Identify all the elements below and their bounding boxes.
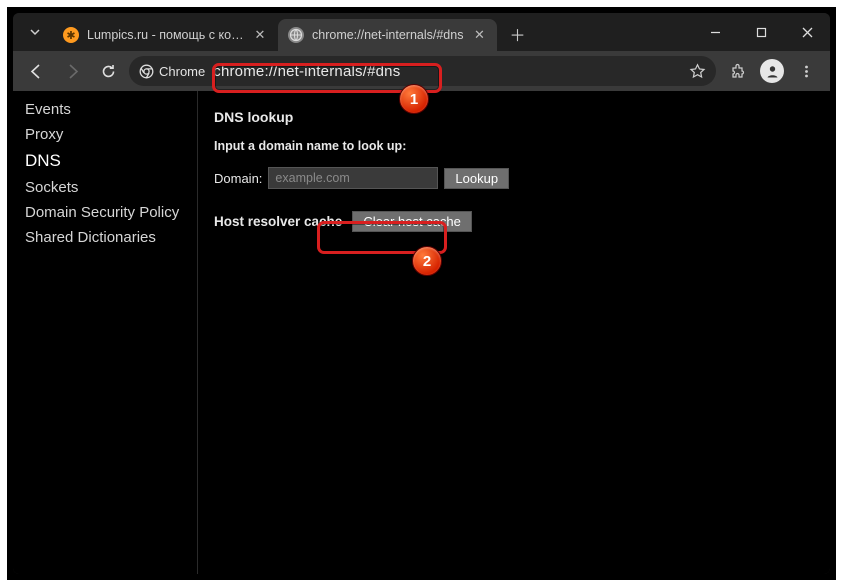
clear-host-cache-button[interactable]: Clear host cache	[352, 211, 472, 232]
tab-net-internals[interactable]: chrome://net-internals/#dns ✕	[278, 19, 497, 51]
reload-button[interactable]	[93, 56, 123, 86]
dns-lookup-heading: DNS lookup	[214, 109, 814, 125]
menu-button[interactable]	[790, 55, 822, 87]
main-panel: DNS lookup Input a domain name to look u…	[198, 91, 830, 574]
chrome-logo-icon	[139, 64, 154, 79]
address-bar[interactable]: Chrome chrome://net-internals/#dns	[129, 56, 716, 86]
minimize-button[interactable]	[692, 13, 738, 51]
sidebar-item-domain-security-policy[interactable]: Domain Security Policy	[13, 200, 197, 225]
new-tab-button[interactable]: ＋	[503, 20, 531, 48]
lumpics-favicon-icon: ✱	[63, 27, 79, 43]
tab-search-button[interactable]	[21, 18, 49, 46]
sidebar-item-dns[interactable]: DNS	[13, 147, 197, 175]
chrome-chip: Chrome	[139, 64, 205, 79]
toolbar: Chrome chrome://net-internals/#dns	[13, 51, 830, 91]
maximize-button[interactable]	[738, 13, 784, 51]
sidebar-item-events[interactable]: Events	[13, 97, 197, 122]
host-resolver-cache-label: Host resolver cache	[214, 214, 342, 229]
chrome-chip-label: Chrome	[159, 64, 205, 79]
extensions-button[interactable]	[722, 55, 754, 87]
tab-title: chrome://net-internals/#dns	[312, 28, 463, 42]
close-icon[interactable]: ✕	[252, 27, 268, 43]
dns-lookup-hint: Input a domain name to look up:	[214, 139, 814, 153]
domain-label: Domain:	[214, 171, 262, 186]
back-button[interactable]	[21, 56, 51, 86]
tab-strip: ✱ Lumpics.ru - помощь с компью ✕ chrome:…	[13, 13, 830, 51]
page-content: Events Proxy DNS Sockets Domain Security…	[13, 91, 830, 574]
lookup-button[interactable]: Lookup	[444, 168, 509, 189]
tab-lumpics[interactable]: ✱ Lumpics.ru - помощь с компью ✕	[53, 19, 278, 51]
globe-icon	[288, 27, 304, 43]
sidebar-item-proxy[interactable]: Proxy	[13, 122, 197, 147]
bookmark-star-icon[interactable]	[689, 63, 706, 80]
close-window-button[interactable]	[784, 13, 830, 51]
sidebar-item-sockets[interactable]: Sockets	[13, 175, 197, 200]
close-icon[interactable]: ✕	[471, 27, 487, 43]
url-text: chrome://net-internals/#dns	[213, 63, 681, 80]
sidebar-item-shared-dictionaries[interactable]: Shared Dictionaries	[13, 225, 197, 250]
forward-button[interactable]	[57, 56, 87, 86]
tab-title: Lumpics.ru - помощь с компью	[87, 28, 244, 42]
domain-input[interactable]	[268, 167, 438, 189]
avatar-icon	[760, 59, 784, 83]
profile-button[interactable]	[756, 55, 788, 87]
sidebar: Events Proxy DNS Sockets Domain Security…	[13, 91, 198, 574]
